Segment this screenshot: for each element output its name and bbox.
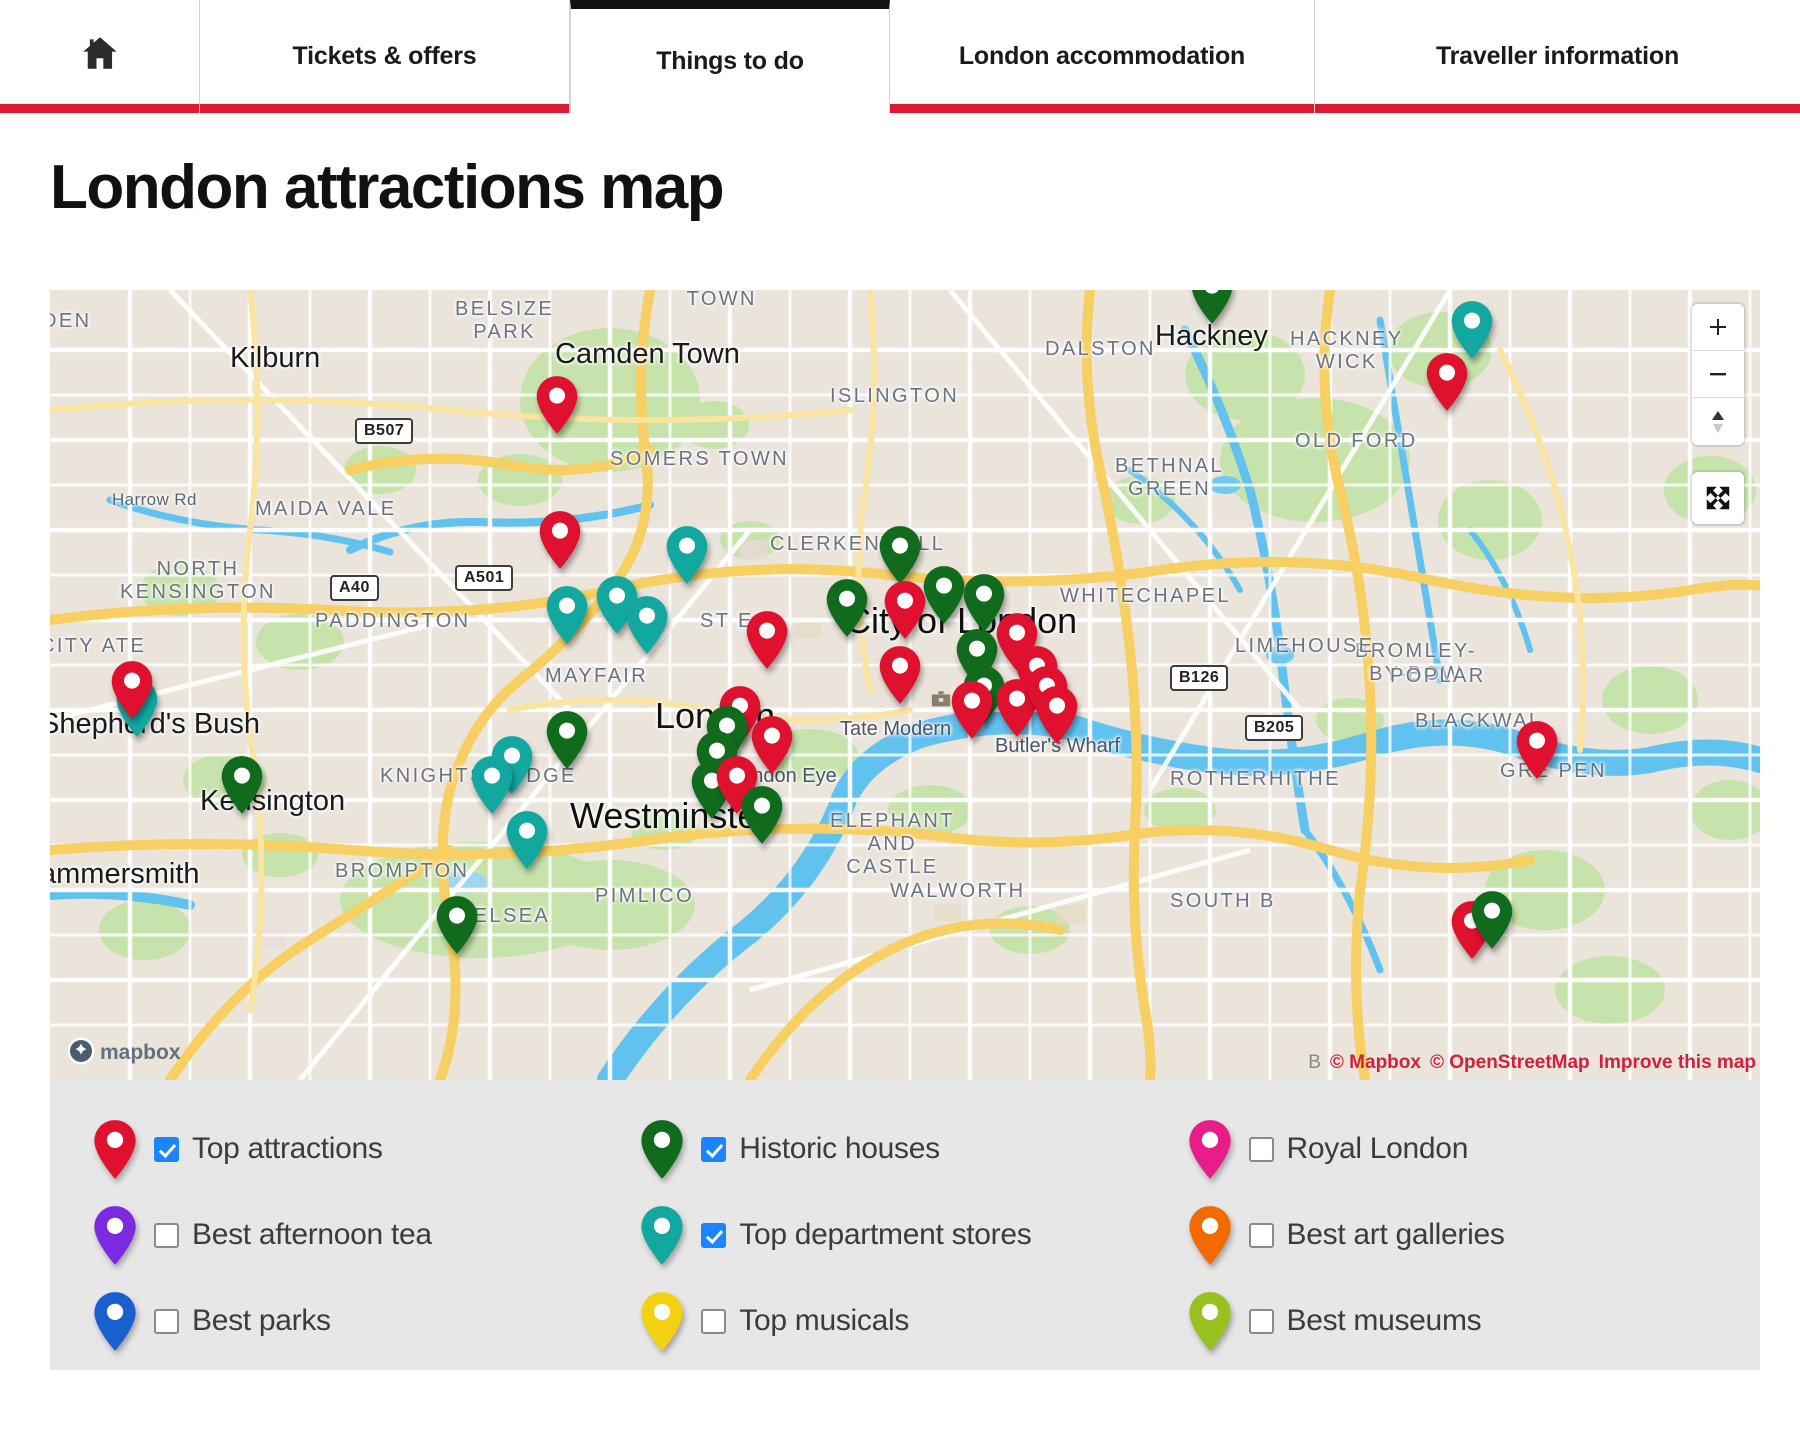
map-pin-red[interactable] xyxy=(1035,685,1079,745)
legend-label: Royal London xyxy=(1286,1132,1469,1165)
nav-tab-label: London accommodation xyxy=(958,42,1246,70)
legend-label: Best art galleries xyxy=(1286,1218,1505,1251)
attribution-mapbox[interactable]: © Mapbox xyxy=(1330,1052,1421,1074)
main-navigation: Tickets & offers Things to do London acc… xyxy=(0,0,1800,113)
legend-checkbox-best-afternoon-tea[interactable] xyxy=(154,1222,179,1248)
map-pin-green[interactable] xyxy=(545,710,589,770)
legend-pin-icon xyxy=(631,1205,693,1266)
legend-item-top-musicals[interactable]: Top musicals xyxy=(631,1278,1178,1364)
map-pin-green[interactable] xyxy=(220,755,264,815)
legend-item-best-museums[interactable]: Best museums xyxy=(1179,1278,1726,1364)
legend-label: Top musicals xyxy=(739,1304,910,1337)
legend-checkbox-best-museums[interactable] xyxy=(1248,1308,1274,1334)
legend-pin-icon xyxy=(84,1119,146,1180)
fullscreen-icon[interactable] xyxy=(1692,472,1744,524)
legend-item-best-afternoon-tea[interactable]: Best afternoon tea xyxy=(84,1192,631,1278)
nav-tab-tickets-offers[interactable]: Tickets & offers xyxy=(200,0,570,113)
nav-tab-label: Tickets & offers xyxy=(292,42,477,70)
nav-tab-home[interactable] xyxy=(0,0,200,113)
map-pin-red[interactable] xyxy=(950,680,994,740)
map-attribution: B © Mapbox © OpenStreetMap Improve this … xyxy=(1308,1052,1756,1074)
map-pin-green[interactable] xyxy=(435,895,479,955)
attribution-improve-map[interactable]: Improve this map xyxy=(1599,1052,1756,1074)
nav-tab-things-to-do[interactable]: Things to do xyxy=(570,0,890,113)
attractions-map[interactable]: KENTISHTOWNBELSIZEPARKTEMPLEDENKilburnCa… xyxy=(50,290,1760,1080)
legend-checkbox-top-department-stores[interactable] xyxy=(701,1222,727,1248)
map-pin-green[interactable] xyxy=(878,525,922,585)
map-pin-red[interactable] xyxy=(883,580,927,640)
map-pin-red[interactable] xyxy=(1515,720,1559,780)
map-pin-teal[interactable] xyxy=(505,810,549,870)
map-pin-green[interactable] xyxy=(922,565,966,625)
map-pin-teal[interactable] xyxy=(665,525,709,585)
attribution-osm[interactable]: © OpenStreetMap xyxy=(1430,1052,1590,1074)
legend-checkbox-top-musicals[interactable] xyxy=(701,1308,727,1334)
map-pin-red[interactable] xyxy=(878,645,922,705)
map-pin-teal[interactable] xyxy=(470,755,514,815)
legend-pin-icon xyxy=(631,1119,693,1180)
compass-icon[interactable] xyxy=(1692,398,1744,445)
map-pin-red[interactable] xyxy=(110,660,154,720)
map-pin-green[interactable] xyxy=(1190,290,1234,325)
road-shield: A40 xyxy=(330,575,379,601)
map-pin-teal[interactable] xyxy=(1450,300,1494,360)
legend-item-top-department-stores[interactable]: Top department stores xyxy=(631,1192,1178,1278)
legend-item-top-attractions[interactable]: Top attractions xyxy=(84,1106,631,1192)
mapbox-logo[interactable]: mapbox xyxy=(66,1036,196,1066)
legend-pin-icon xyxy=(631,1291,693,1352)
legend-checkbox-historic-houses[interactable] xyxy=(701,1136,727,1162)
legend-checkbox-best-art-galleries[interactable] xyxy=(1248,1222,1274,1248)
museum-poi-icon xyxy=(930,688,952,715)
attribution-prefix: B xyxy=(1308,1052,1321,1073)
legend-checkbox-best-parks[interactable] xyxy=(154,1308,179,1334)
home-icon xyxy=(78,32,122,81)
nav-tab-label: Things to do xyxy=(656,46,804,75)
legend-label: Best afternoon tea xyxy=(192,1218,432,1251)
map-pin-red[interactable] xyxy=(535,375,579,435)
map-pin-red[interactable] xyxy=(745,610,789,670)
road-shield: A501 xyxy=(455,565,514,591)
map-legend: Top attractions Historic houses Royal Lond… xyxy=(50,1080,1760,1370)
road-shield: B205 xyxy=(1245,715,1304,741)
nav-tab-london-accommodation[interactable]: London accommodation xyxy=(890,0,1315,113)
map-pin-red[interactable] xyxy=(538,510,582,570)
legend-pin-icon xyxy=(84,1205,146,1266)
map-pin-teal[interactable] xyxy=(625,595,669,655)
legend-label: Top department stores xyxy=(739,1218,1032,1251)
road-shield: B126 xyxy=(1170,665,1229,691)
svg-text:mapbox: mapbox xyxy=(100,1041,181,1064)
legend-item-royal-london[interactable]: Royal London xyxy=(1179,1106,1726,1192)
map-pin-teal[interactable] xyxy=(545,585,589,645)
map-pin-green[interactable] xyxy=(825,578,869,638)
legend-label: Best parks xyxy=(192,1304,331,1337)
legend-label: Top attractions xyxy=(192,1132,383,1165)
zoom-out-button[interactable] xyxy=(1692,351,1744,398)
legend-item-best-art-galleries[interactable]: Best art galleries xyxy=(1179,1192,1726,1278)
legend-item-historic-houses[interactable]: Historic houses xyxy=(631,1106,1178,1192)
legend-item-best-parks[interactable]: Best parks xyxy=(84,1278,631,1364)
map-zoom-controls[interactable] xyxy=(1692,304,1744,445)
zoom-in-button[interactable] xyxy=(1692,304,1744,351)
legend-pin-icon xyxy=(1179,1291,1241,1352)
legend-label: Best museums xyxy=(1286,1304,1482,1337)
legend-pin-icon xyxy=(1179,1119,1241,1180)
nav-tab-traveller-information[interactable]: Traveller information xyxy=(1315,0,1800,113)
legend-checkbox-top-attractions[interactable] xyxy=(154,1136,179,1162)
legend-pin-icon xyxy=(84,1291,146,1352)
legend-checkbox-royal-london[interactable] xyxy=(1248,1136,1274,1162)
legend-pin-icon xyxy=(1179,1205,1241,1266)
map-pin-green[interactable] xyxy=(740,785,784,845)
page-title: London attractions map xyxy=(50,153,725,222)
legend-label: Historic houses xyxy=(739,1132,940,1165)
map-pin-green[interactable] xyxy=(1470,890,1514,950)
nav-tab-label: Traveller information xyxy=(1435,42,1680,70)
road-shield: B507 xyxy=(355,418,414,444)
map-pin-red[interactable] xyxy=(1425,352,1469,412)
